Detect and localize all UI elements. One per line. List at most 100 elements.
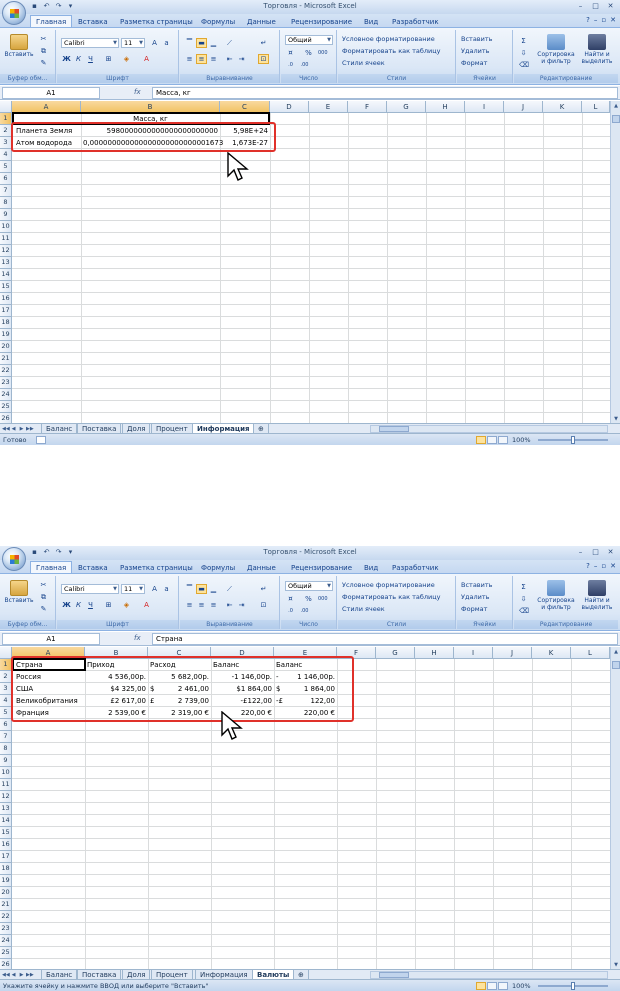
row-header[interactable]: 7 (0, 185, 12, 197)
font-name-combo[interactable]: Calibri ▼ (61, 38, 119, 48)
row-header[interactable]: 11 (0, 233, 12, 245)
tab-formulas[interactable]: Формулы (201, 16, 235, 28)
insert-cells-button[interactable]: Вставить (461, 580, 492, 590)
column-header-j[interactable]: J (504, 101, 543, 113)
horizontal-scroll-thumb[interactable] (379, 426, 409, 432)
align-right-icon[interactable]: ≡ (208, 54, 219, 64)
orientation-icon[interactable]: ⟋ (224, 584, 235, 594)
column-header-f[interactable]: F (348, 101, 387, 113)
row-header[interactable]: 4 (0, 149, 12, 161)
cut-icon[interactable]: ✂ (38, 34, 49, 44)
page-layout-view-icon[interactable] (487, 436, 497, 444)
merge-center-icon[interactable]: ⊡ (258, 54, 269, 64)
row-header[interactable]: 15 (0, 827, 12, 839)
tab-view[interactable]: Вид (364, 16, 378, 28)
row-header[interactable]: 25 (0, 401, 12, 413)
zoom-level[interactable]: 100% (512, 435, 531, 445)
paste-button[interactable]: Вставить (4, 580, 34, 604)
merge-center-icon[interactable]: ⊡ (258, 600, 269, 610)
thousands-button[interactable]: 000 (317, 48, 328, 58)
column-header-i[interactable]: I (465, 101, 504, 113)
column-header-h[interactable]: H (415, 647, 454, 659)
orientation-icon[interactable]: ⟋ (224, 38, 235, 48)
increase-indent-icon[interactable]: ⇥ (236, 54, 247, 64)
close-icon[interactable]: ✕ (604, 547, 617, 558)
page-layout-view-icon[interactable] (487, 982, 497, 990)
formula-input[interactable]: Страна (152, 633, 618, 645)
ribbon-restore-icon[interactable]: ▫ (601, 16, 606, 24)
increase-indent-icon[interactable]: ⇥ (236, 600, 247, 610)
zoom-slider[interactable] (538, 436, 608, 444)
align-top-icon[interactable]: ▔ (184, 38, 195, 48)
row-header[interactable]: 8 (0, 197, 12, 209)
row-header[interactable]: 9 (0, 755, 12, 767)
row-header[interactable]: 24 (0, 389, 12, 401)
close-icon[interactable]: ✕ (604, 1, 617, 12)
format-as-table-button[interactable]: Форматировать как таблицу (342, 46, 441, 56)
tab-page-layout[interactable]: Разметка страницы (120, 562, 193, 574)
tab-page-layout[interactable]: Разметка страницы (120, 16, 193, 28)
row-header[interactable]: 25 (0, 947, 12, 959)
office-button[interactable] (2, 1, 26, 25)
tab-developer[interactable]: Разработчик (392, 16, 439, 28)
page-break-view-icon[interactable] (498, 982, 508, 990)
zoom-level[interactable]: 100% (512, 981, 531, 991)
align-center-icon[interactable]: ≡ (196, 54, 207, 64)
name-box[interactable]: A1 (2, 87, 100, 99)
clear-icon[interactable]: ⌫ (518, 606, 529, 616)
align-right-icon[interactable]: ≡ (208, 600, 219, 610)
shrink-font-icon[interactable]: a (161, 38, 172, 48)
row-header[interactable]: 11 (0, 779, 12, 791)
fx-icon[interactable]: fx (134, 88, 141, 96)
delete-cells-button[interactable]: Удалить (461, 592, 489, 602)
grow-font-icon[interactable]: A (149, 38, 160, 48)
borders-icon[interactable]: ⊞ (103, 54, 114, 64)
row-header[interactable]: 12 (0, 791, 12, 803)
currency-icon[interactable]: ¤ (285, 48, 296, 58)
align-bottom-icon[interactable]: ▁ (208, 584, 219, 594)
vertical-scrollbar[interactable]: ▲ ▼ (610, 101, 620, 424)
row-header[interactable]: 17 (0, 851, 12, 863)
ribbon-restore-icon[interactable]: ▫ (601, 562, 606, 570)
horizontal-scroll-thumb[interactable] (379, 972, 409, 978)
row-header[interactable]: 15 (0, 281, 12, 293)
tab-developer[interactable]: Разработчик (392, 562, 439, 574)
name-box[interactable]: A1 (2, 633, 100, 645)
row-header[interactable]: 17 (0, 305, 12, 317)
align-left-icon[interactable]: ≡ (184, 600, 195, 610)
row-header[interactable]: 22 (0, 365, 12, 377)
row-header[interactable]: 10 (0, 221, 12, 233)
align-middle-icon[interactable]: ▬ (196, 38, 207, 48)
italic-button[interactable]: К (73, 600, 84, 610)
ribbon-close-icon[interactable]: ✕ (610, 16, 616, 24)
number-format-combo[interactable]: Общий ▼ (285, 581, 333, 591)
tab-insert[interactable]: Вставка (78, 16, 108, 28)
page-break-view-icon[interactable] (498, 436, 508, 444)
row-header[interactable]: 8 (0, 743, 12, 755)
conditional-formatting-button[interactable]: Условное форматирование (342, 34, 435, 44)
row-header[interactable]: 20 (0, 887, 12, 899)
macro-record-icon[interactable] (36, 436, 46, 444)
column-header-i[interactable]: I (454, 647, 493, 659)
sort-filter-button[interactable]: Сортировка и фильтр (536, 34, 576, 65)
row-header[interactable]: 21 (0, 353, 12, 365)
percent-button[interactable]: % (303, 48, 314, 58)
align-center-icon[interactable]: ≡ (196, 600, 207, 610)
font-name-combo[interactable]: Calibri ▼ (61, 584, 119, 594)
cell-styles-button[interactable]: Стили ячеек (342, 604, 385, 614)
row-header[interactable]: 18 (0, 863, 12, 875)
tab-home[interactable]: Главная (30, 561, 73, 573)
row-header[interactable]: 24 (0, 935, 12, 947)
row-header[interactable]: 9 (0, 209, 12, 221)
column-header-g[interactable]: G (387, 101, 426, 113)
copy-icon[interactable]: ⧉ (38, 46, 49, 56)
row-header[interactable]: 22 (0, 911, 12, 923)
grow-font-icon[interactable]: A (149, 584, 160, 594)
formula-input[interactable]: Масса, кг (152, 87, 618, 99)
font-color-icon[interactable]: A (141, 600, 152, 610)
ribbon-minimize-icon[interactable]: – (594, 562, 598, 570)
row-header[interactable]: 12 (0, 245, 12, 257)
wrap-text-icon[interactable]: ↵ (258, 584, 269, 594)
row-header[interactable]: 5 (0, 161, 12, 173)
autosum-button[interactable]: Σ (518, 36, 529, 46)
